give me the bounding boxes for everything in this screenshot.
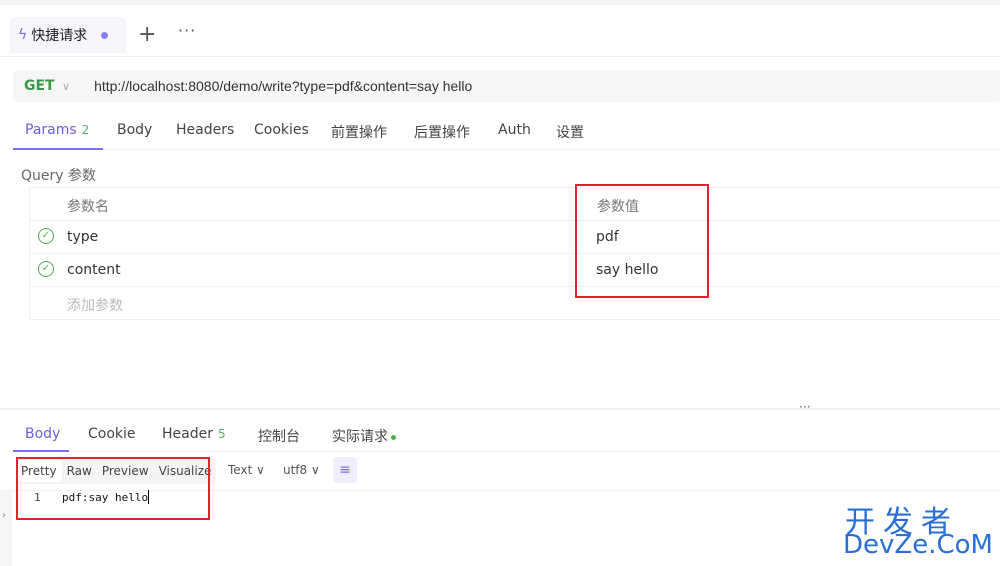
status-dot-icon <box>391 434 396 440</box>
response-tabs: Body Cookie Header 5 控制台 实际请求 <box>13 416 1000 452</box>
param-name[interactable]: content <box>67 262 121 278</box>
resp-tab-actual-request[interactable]: 实际请求 <box>332 426 396 446</box>
add-param-row: 添加参数 <box>30 287 1000 320</box>
tab-cookies[interactable]: Cookies <box>254 122 309 138</box>
format-select[interactable]: Text ∨ <box>228 463 265 477</box>
highlight-box-response <box>16 457 210 520</box>
tab-quick-request[interactable]: ϟ 快捷请求 <box>10 17 126 53</box>
param-name-header: 参数名 <box>67 199 109 215</box>
chevron-down-icon[interactable]: ∨ <box>62 80 70 93</box>
header-count-badge: 5 <box>217 427 226 441</box>
panel-splitter[interactable] <box>0 408 1000 410</box>
resp-tab-cookie[interactable]: Cookie <box>88 426 136 442</box>
param-name[interactable]: type <box>67 229 98 245</box>
add-param-input[interactable]: 添加参数 <box>67 295 123 315</box>
params-count-badge: 2 <box>81 123 90 137</box>
resp-tab-console[interactable]: 控制台 <box>258 426 300 446</box>
chevron-right-icon[interactable]: › <box>2 510 6 521</box>
resp-tab-header[interactable]: Header 5 <box>162 426 226 442</box>
active-tab-indicator <box>13 148 103 150</box>
more-icon[interactable]: ··· <box>178 21 196 40</box>
resp-tab-header-label: Header <box>162 426 213 442</box>
unsaved-dot-icon <box>101 31 109 39</box>
table-header-row: 参数名 参数值 <box>30 188 1000 221</box>
check-circle-icon[interactable]: ✓ <box>38 261 54 277</box>
left-collapse-rail[interactable] <box>0 490 12 566</box>
url-bar: GET ∨ <box>13 70 1000 102</box>
encoding-select[interactable]: utf8 ∨ <box>283 463 320 477</box>
watermark-logo-bottom: DevZe.CoM <box>843 530 993 560</box>
table-row: ✓ content say hello <box>30 254 1000 287</box>
highlight-box-param-values <box>575 184 709 298</box>
request-tabs: Params 2 Body Headers Cookies 前置操作 后置操作 A… <box>13 112 1000 150</box>
resp-tab-body[interactable]: Body <box>25 426 60 442</box>
tab-auth[interactable]: Auth <box>498 122 531 138</box>
tab-label: 快捷请求 <box>31 28 88 44</box>
tab-bar: ϟ 快捷请求 + ··· <box>0 5 1000 57</box>
plus-icon[interactable]: + <box>138 24 156 46</box>
tab-pre-operations[interactable]: 前置操作 <box>331 122 387 142</box>
tab-settings[interactable]: 设置 <box>556 122 584 142</box>
check-circle-icon[interactable]: ✓ <box>38 228 54 244</box>
table-row: ✓ type pdf <box>30 221 1000 254</box>
tab-body[interactable]: Body <box>117 122 152 138</box>
url-input[interactable] <box>94 78 895 94</box>
splitter-handle-icon[interactable]: ··· <box>799 400 810 414</box>
resp-tab-actual-request-label: 实际请求 <box>332 429 388 445</box>
method-select[interactable]: GET <box>24 78 58 94</box>
active-tab-indicator <box>13 450 69 452</box>
wrap-lines-icon[interactable]: ≡ <box>333 457 357 483</box>
lightning-icon: ϟ <box>18 27 28 43</box>
tab-post-operations[interactable]: 后置操作 <box>414 122 470 142</box>
tab-headers[interactable]: Headers <box>176 122 234 138</box>
params-table: 参数名 参数值 ✓ type pdf ✓ content say hello 添… <box>29 187 1000 320</box>
tab-params[interactable]: Params 2 <box>25 122 89 138</box>
query-params-title: Query 参数 <box>21 168 96 184</box>
tab-params-label: Params <box>25 122 77 138</box>
